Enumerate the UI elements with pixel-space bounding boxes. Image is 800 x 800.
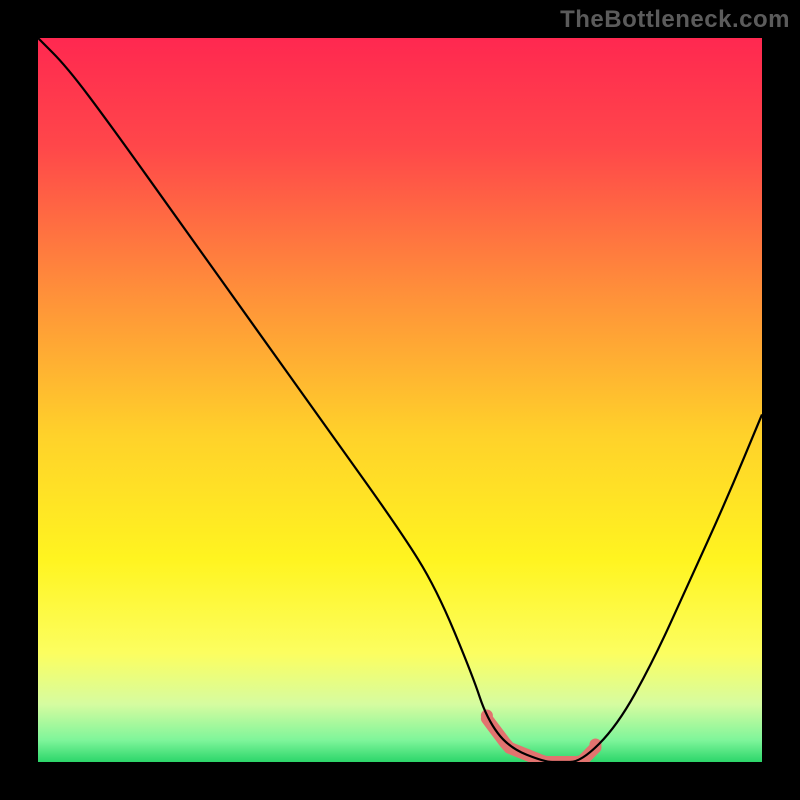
plot-area xyxy=(38,38,762,762)
watermark-label: TheBottleneck.com xyxy=(560,6,790,34)
chart-container: TheBottleneck.com xyxy=(0,0,800,800)
bottleneck-curve xyxy=(38,38,762,762)
curve-layer xyxy=(38,38,762,762)
